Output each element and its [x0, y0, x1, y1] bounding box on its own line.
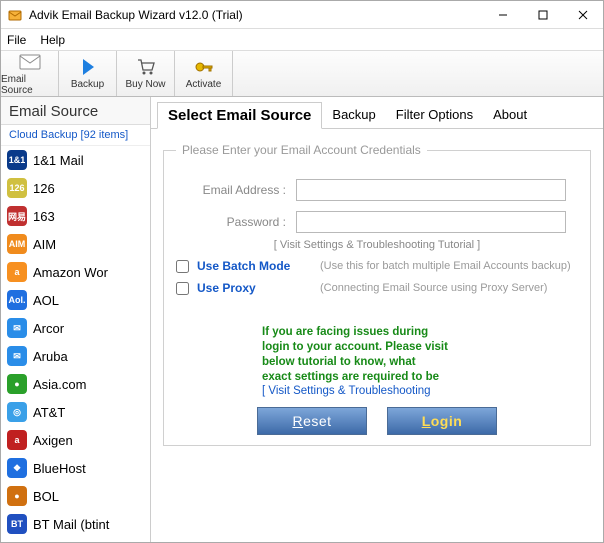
tool-label: Backup [71, 79, 104, 90]
tool-buy-now[interactable]: Buy Now [117, 51, 175, 96]
batch-mode-label: Use Batch Mode [197, 259, 312, 273]
tab-backup[interactable]: Backup [322, 103, 385, 126]
menu-file[interactable]: File [7, 33, 26, 47]
minimize-button[interactable] [483, 1, 523, 29]
proxy-checkbox[interactable] [176, 282, 189, 295]
provider-icon: a [7, 262, 27, 282]
sidebar: Email Source Cloud Backup [92 items] 1&1… [1, 97, 151, 542]
sidebar-item-label: Aruba [33, 349, 68, 364]
sidebar-item[interactable]: 网易 163 [1, 202, 150, 230]
provider-icon: a [7, 430, 27, 450]
proxy-label: Use Proxy [197, 281, 312, 295]
sidebar-item[interactable]: ✉ Arcor [1, 314, 150, 342]
tool-backup[interactable]: Backup [59, 51, 117, 96]
provider-icon: ● [7, 486, 27, 506]
provider-icon: ◎ [7, 402, 27, 422]
reset-button[interactable]: Reset [257, 407, 367, 435]
tool-label: Email Source [1, 74, 58, 96]
maximize-button[interactable] [523, 1, 563, 29]
provider-icon: 126 [7, 178, 27, 198]
provider-icon: 1&1 [7, 150, 27, 170]
sidebar-item-label: AIM [33, 237, 56, 252]
tutorial-link-bottom[interactable]: [ Visit Settings & Troubleshooting [262, 385, 492, 397]
tab-about[interactable]: About [483, 103, 537, 126]
sidebar-item-label: Axigen [33, 433, 73, 448]
sidebar-item-label: BOL [33, 489, 59, 504]
sidebar-item[interactable]: a Amazon Wor [1, 258, 150, 286]
login-button[interactable]: Login [387, 407, 497, 435]
sidebar-item[interactable]: a Axigen [1, 426, 150, 454]
menu-help[interactable]: Help [40, 33, 65, 47]
sidebar-item-label: 1&1 Mail [33, 153, 84, 168]
cart-icon [136, 57, 156, 77]
tool-label: Buy Now [125, 79, 165, 90]
sidebar-item[interactable]: 126 126 [1, 174, 150, 202]
password-label: Password : [176, 215, 286, 229]
sidebar-item[interactable]: BTBTOpenWorld [1, 538, 150, 542]
provider-icon: ❖ [7, 458, 27, 478]
password-input[interactable] [296, 211, 566, 233]
titlebar: Advik Email Backup Wizard v12.0 (Trial) [1, 1, 603, 29]
envelope-icon [19, 52, 41, 72]
provider-icon: ● [7, 374, 27, 394]
sidebar-item-label: Arcor [33, 321, 64, 336]
key-icon [194, 57, 214, 77]
app-icon [7, 7, 23, 23]
batch-mode-checkbox[interactable] [176, 260, 189, 273]
sidebar-item[interactable]: ◎ AT&T [1, 398, 150, 426]
sidebar-item-label: AOL [33, 293, 59, 308]
sidebar-item-label: 163 [33, 209, 55, 224]
sidebar-item-label: BlueHost [33, 461, 86, 476]
provider-icon: ✉ [7, 346, 27, 366]
tabs: Select Email Source Backup Filter Option… [151, 97, 603, 129]
sidebar-item-label: AT&T [33, 405, 65, 420]
sidebar-item-label: Asia.com [33, 377, 86, 392]
sidebar-item[interactable]: ● BOL [1, 482, 150, 510]
help-block: If you are facing issues during login to… [262, 325, 492, 397]
email-input[interactable] [296, 179, 566, 201]
tool-label: Activate [186, 79, 222, 90]
tool-email-source[interactable]: Email Source [1, 51, 59, 96]
credentials-fieldset: Please Enter your Email Account Credenti… [163, 143, 591, 446]
email-label: Email Address : [176, 183, 286, 197]
tab-select-email-source[interactable]: Select Email Source [157, 102, 322, 129]
provider-icon: BT [7, 514, 27, 534]
sidebar-list: 1&1 1&1 Mail 126 126 网易 163 AIM AIM a Amazon Wor A… [1, 146, 150, 542]
sidebar-item[interactable]: 1&1 1&1 Mail [1, 146, 150, 174]
play-icon [80, 57, 96, 77]
sidebar-item[interactable]: ❖ BlueHost [1, 454, 150, 482]
menubar: File Help [1, 29, 603, 51]
sidebar-item-label: BT Mail (btint [33, 517, 109, 532]
sidebar-subtitle[interactable]: Cloud Backup [92 items] [1, 125, 150, 146]
sidebar-item-label: Amazon Wor [33, 265, 108, 280]
sidebar-item[interactable]: ✉ Aruba [1, 342, 150, 370]
close-button[interactable] [563, 1, 603, 29]
help-text: If you are facing issues during login to… [262, 325, 492, 385]
window-title: Advik Email Backup Wizard v12.0 (Trial) [29, 8, 483, 22]
provider-icon: Aol. [7, 290, 27, 310]
provider-icon: ✉ [7, 318, 27, 338]
batch-mode-hint: (Use this for batch multiple Email Accou… [320, 260, 571, 272]
sidebar-item-label: 126 [33, 181, 55, 196]
provider-icon: 网易 [7, 206, 27, 226]
sidebar-item[interactable]: ● Asia.com [1, 370, 150, 398]
sidebar-item[interactable]: Aol. AOL [1, 286, 150, 314]
tool-activate[interactable]: Activate [175, 51, 233, 96]
toolbar: Email Source Backup Buy Now Activate [1, 51, 603, 97]
main-area: Select Email Source Backup Filter Option… [151, 97, 603, 542]
sidebar-title: Email Source [1, 97, 150, 125]
credentials-legend: Please Enter your Email Account Credenti… [176, 143, 427, 157]
provider-icon: AIM [7, 234, 27, 254]
sidebar-item[interactable]: AIM AIM [1, 230, 150, 258]
proxy-hint: (Connecting Email Source using Proxy Ser… [320, 282, 547, 294]
tab-filter-options[interactable]: Filter Options [386, 103, 483, 126]
tutorial-link-top[interactable]: [ Visit Settings & Troubleshooting Tutor… [176, 239, 578, 251]
panel-select-email-source: Please Enter your Email Account Credenti… [151, 129, 603, 542]
sidebar-item[interactable]: BT BT Mail (btint [1, 510, 150, 538]
